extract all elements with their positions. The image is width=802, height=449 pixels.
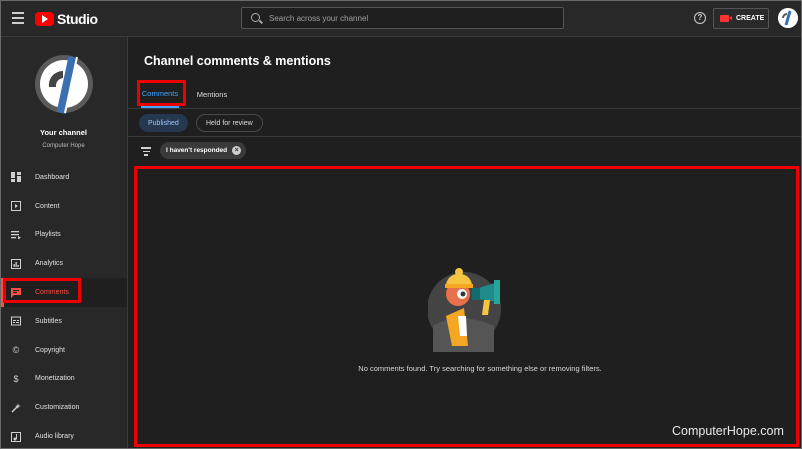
channel-name: Computer Hope xyxy=(42,143,85,149)
sidebar-item-audio-library[interactable]: Audio library xyxy=(1,422,127,449)
studio-logo[interactable]: Studio xyxy=(35,10,98,27)
video-camera-icon xyxy=(720,15,732,22)
sidebar-item-dashboard[interactable]: Dashboard xyxy=(1,163,127,192)
sidebar-item-label: Dashboard xyxy=(35,173,70,181)
sidebar-item-customization[interactable]: Customization xyxy=(1,393,127,422)
sidebar-item-content[interactable]: Content xyxy=(1,192,127,221)
status-chips: Published Held for review xyxy=(128,110,801,137)
search-box[interactable] xyxy=(241,7,564,29)
highlight-box-comments-tab xyxy=(137,80,186,106)
sidebar-item-monetization[interactable]: $ Monetization xyxy=(1,365,127,394)
sidebar-item-subtitles[interactable]: Subtitles xyxy=(1,307,127,336)
highlight-box-comments-nav xyxy=(3,278,81,303)
sidebar-item-label: Analytics xyxy=(35,260,64,268)
sidebar-item-label: Copyright xyxy=(35,346,65,354)
dashboard-icon xyxy=(11,172,21,183)
filter-icon[interactable] xyxy=(141,147,151,156)
sidebar-item-analytics[interactable]: Analytics xyxy=(1,249,127,278)
monetization-icon: $ xyxy=(13,373,19,384)
create-button[interactable]: CREATE xyxy=(713,8,769,29)
sidebar-item-label: Playlists xyxy=(35,231,61,239)
youtube-play-icon xyxy=(35,11,54,26)
empty-state-illustration xyxy=(427,260,520,352)
sidebar-item-label: Subtitles xyxy=(35,317,62,325)
content-icon xyxy=(11,201,21,212)
top-bar: Studio ? CREATE xyxy=(1,1,801,37)
channel-avatar[interactable] xyxy=(35,49,93,119)
account-avatar[interactable] xyxy=(778,8,798,28)
empty-state-message: No comments found. Try searching for som… xyxy=(358,364,602,373)
search-icon xyxy=(251,13,260,22)
tab-mentions[interactable]: Mentions xyxy=(192,81,232,108)
playlists-icon xyxy=(11,230,21,240)
tab-bar: Comments Mentions xyxy=(128,81,801,109)
search-input[interactable] xyxy=(269,8,559,28)
create-label: CREATE xyxy=(736,15,765,22)
sidebar-item-label: Customization xyxy=(35,404,80,412)
help-icon[interactable]: ? xyxy=(694,12,706,24)
subtitles-icon xyxy=(11,316,21,326)
audio-library-icon xyxy=(11,431,21,442)
your-channel-label: Your channel xyxy=(40,128,87,137)
sidebar-item-label: Audio library xyxy=(35,433,74,441)
filter-bar: I haven't responded × xyxy=(128,137,801,164)
customization-icon xyxy=(11,402,21,413)
logo-text: Studio xyxy=(57,10,98,27)
chip-published[interactable]: Published xyxy=(139,114,188,132)
filter-chip-label: I haven't responded xyxy=(166,147,228,154)
sidebar-item-label: Content xyxy=(35,202,60,210)
chip-held-for-review[interactable]: Held for review xyxy=(196,114,263,132)
analytics-icon xyxy=(11,258,21,269)
sidebar-nav: Dashboard Content Playlists Analytics Co… xyxy=(1,163,127,449)
sidebar-item-copyright[interactable]: © Copyright xyxy=(1,336,127,365)
copyright-icon: © xyxy=(12,345,20,356)
hamburger-menu-icon[interactable] xyxy=(12,12,24,24)
sidebar: Your channel Computer Hope Dashboard Con… xyxy=(1,37,128,448)
page-title: Channel comments & mentions xyxy=(144,54,331,68)
filter-chip[interactable]: I haven't responded × xyxy=(160,142,247,159)
sidebar-item-label: Monetization xyxy=(35,375,75,383)
watermark: ComputerHope.com xyxy=(672,424,784,438)
close-icon[interactable]: × xyxy=(232,146,242,155)
sidebar-item-playlists[interactable]: Playlists xyxy=(1,221,127,250)
